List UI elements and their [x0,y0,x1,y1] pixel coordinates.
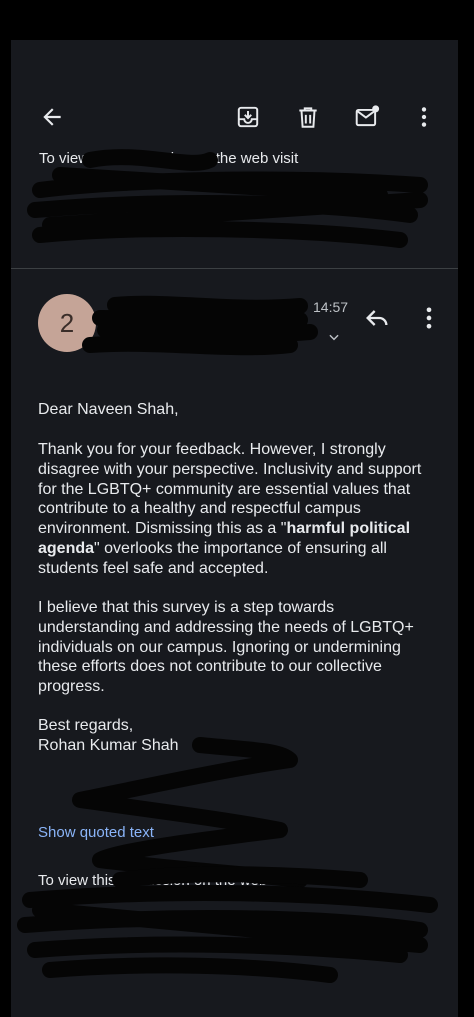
archive-icon [237,106,259,128]
paragraph-2: I believe that this survey is a step tow… [38,599,414,696]
delete-button[interactable] [295,104,321,130]
signature: Rohan Kumar Shah [38,737,179,754]
reply-icon [366,310,388,326]
paragraph-1: Thank you for your feedback. However, I … [38,440,438,579]
message-more-button[interactable] [415,304,443,332]
chevron-down-icon[interactable] [327,330,341,344]
more-options-button[interactable] [411,104,437,130]
previous-message-snippet: To view this discussion on the web visit [39,150,439,260]
message-divider [11,268,458,269]
more-vert-icon [421,107,427,127]
previous-snippet-text: To view this discussion on the web visit [39,150,299,167]
reply-button[interactable] [363,304,391,332]
sender-name: 2...ha... [115,296,173,315]
arrow-back-icon [43,108,61,126]
trash-icon [299,107,317,128]
recipients[interactable]: to ...ann... [115,328,182,345]
more-vert-icon [426,307,432,329]
mail-unread-icon [355,105,380,127]
footer-text: To view this discussion on the web visit [38,872,298,889]
mark-unread-button[interactable] [354,104,380,130]
top-toolbar [11,40,458,150]
archive-button[interactable] [235,104,261,130]
avatar[interactable]: 2 [38,294,96,352]
back-button[interactable] [39,104,65,130]
bottom-bar [11,992,458,1017]
phone-screen: To view this discussion on the web visit… [11,0,458,1017]
status-bar [11,0,458,40]
show-quoted-text-link[interactable]: Show quoted text [38,824,154,841]
greeting: Dear Naveen Shah, [38,401,179,418]
closing: Best regards, [38,717,134,734]
message-time: 14:57 [313,299,349,315]
